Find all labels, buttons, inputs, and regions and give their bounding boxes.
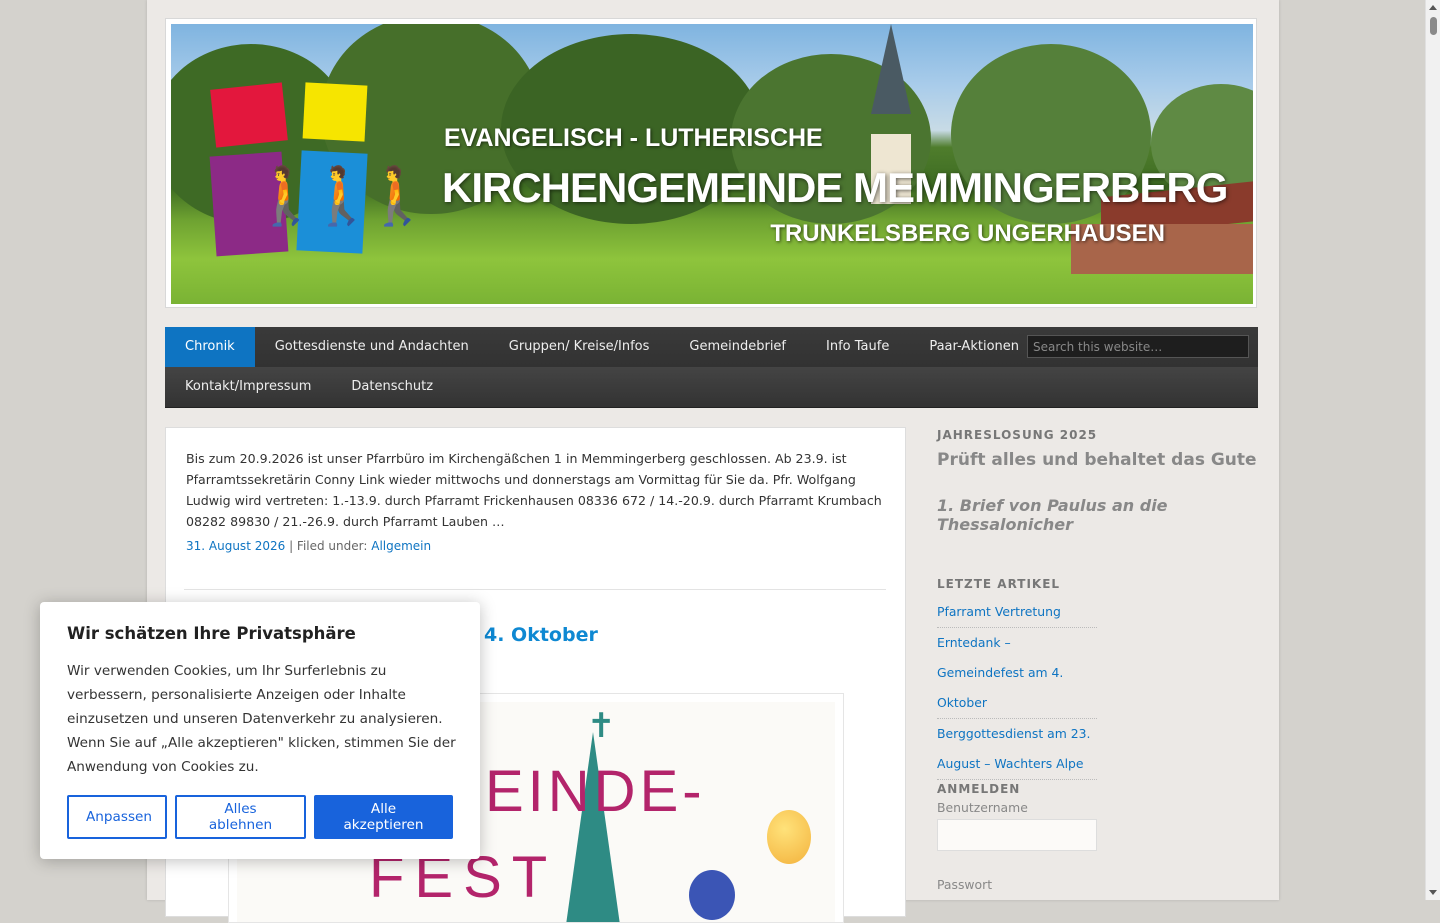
nav-item-paar-aktionen[interactable]: Paar-Aktionen bbox=[909, 327, 1039, 367]
banner-line-3: TRUNKELSBERG UNGERHAUSEN bbox=[770, 220, 1165, 247]
church-spire bbox=[871, 24, 911, 114]
username-field[interactable] bbox=[937, 819, 1097, 851]
scroll-up-icon[interactable] bbox=[1429, 5, 1437, 10]
search-input[interactable] bbox=[1027, 335, 1249, 358]
login-widget: ANMELDEN Benutzername Passwort bbox=[937, 782, 1097, 892]
nav-item-datenschutz[interactable]: Datenschutz bbox=[331, 367, 453, 407]
scroll-thumb[interactable] bbox=[1430, 17, 1437, 35]
slogan-reference: 1. Brief von Paulus an die Thessaloniche… bbox=[937, 496, 1168, 534]
recent-article-link[interactable]: Berggottesdienst am 23. August – Wachter… bbox=[937, 719, 1097, 780]
login-title: ANMELDEN bbox=[937, 782, 1021, 796]
slogan-widget-title: JAHRESLOSUNG 2025 bbox=[937, 428, 1098, 442]
cross-icon: ✝ bbox=[587, 706, 616, 746]
accept-all-button[interactable]: Alle akzeptieren bbox=[314, 795, 453, 839]
cookie-buttons: Anpassen Alles ablehnen Alle akzeptieren bbox=[67, 795, 453, 839]
main-navigation: Chronik Gottesdienste und Andachten Grup… bbox=[165, 327, 1258, 408]
flyer-text-1: EINDE- bbox=[485, 759, 706, 824]
post-excerpt: Bis zum 20.9.2026 ist unser Pfarrbüro im… bbox=[186, 451, 882, 529]
banner-line-2: KIRCHENGEMEINDE MEMMINGERBERG bbox=[442, 164, 1228, 211]
nav-item-info-taufe[interactable]: Info Taufe bbox=[806, 327, 909, 367]
nav-item-gottesdienste[interactable]: Gottesdienste und Andachten bbox=[255, 327, 489, 367]
cookie-title: Wir schätzen Ihre Privatsphäre bbox=[67, 624, 356, 643]
people-icon: 🚶🚶🚶 bbox=[251, 164, 432, 229]
nav-item-gruppen[interactable]: Gruppen/ Kreise/Infos bbox=[489, 327, 670, 367]
cookie-consent-dialog: Wir schätzen Ihre Privatsphäre Wir verwe… bbox=[40, 602, 480, 859]
recent-articles-list: Pfarramt Vertretung Erntedank – Gemeinde… bbox=[937, 597, 1097, 780]
nav-row-2: Kontakt/Impressum Datenschutz bbox=[165, 367, 1258, 407]
header-banner[interactable]: 🚶🚶🚶 EVANGELISCH - LUTHERISCHE KIRCHENGEM… bbox=[171, 24, 1253, 304]
post-title-link[interactable]: 4. Oktober bbox=[484, 624, 598, 646]
scroll-down-icon[interactable] bbox=[1429, 890, 1437, 895]
slogan-text: Prüft alles und behaltet das Gute bbox=[937, 450, 1257, 470]
customize-button[interactable]: Anpassen bbox=[67, 795, 167, 839]
nav-item-kontakt[interactable]: Kontakt/Impressum bbox=[165, 367, 331, 407]
nav-item-chronik[interactable]: Chronik bbox=[165, 327, 255, 367]
recent-article-link[interactable]: Pfarramt Vertretung bbox=[937, 597, 1097, 628]
cookie-text: Wir verwenden Cookies, um Ihr Surferlebn… bbox=[67, 663, 456, 775]
nav-item-gemeindebrief[interactable]: Gemeindebrief bbox=[669, 327, 806, 367]
sidebar: JAHRESLOSUNG 2025 Prüft alles und behalt… bbox=[937, 428, 1267, 892]
post-divider bbox=[184, 589, 886, 590]
meta-separator: | Filed under: bbox=[285, 539, 372, 553]
recent-articles-widget: LETZTE ARTIKEL Pfarramt Vertretung Ernte… bbox=[937, 577, 1097, 780]
logo-yellow-square bbox=[302, 82, 368, 142]
page-scrollbar[interactable] bbox=[1425, 0, 1440, 900]
banner-line-1: EVANGELISCH - LUTHERISCHE bbox=[444, 124, 823, 152]
balloon-yellow bbox=[767, 810, 811, 864]
post-date-link[interactable]: 31. August 2026 bbox=[186, 539, 285, 553]
username-label: Benutzername bbox=[937, 800, 1028, 815]
post-category-link[interactable]: Allgemein bbox=[371, 539, 431, 553]
post-meta: 31. August 2026 | Filed under: Allgemein bbox=[186, 539, 431, 553]
balloon-blue bbox=[689, 870, 735, 920]
nav-row-1: Chronik Gottesdienste und Andachten Grup… bbox=[165, 327, 1039, 367]
site-header: 🚶🚶🚶 EVANGELISCH - LUTHERISCHE KIRCHENGEM… bbox=[165, 18, 1257, 308]
password-label: Passwort bbox=[937, 877, 993, 892]
reject-all-button[interactable]: Alles ablehnen bbox=[175, 795, 306, 839]
recent-article-link[interactable]: Erntedank – Gemeindefest am 4. Oktober bbox=[937, 628, 1097, 719]
logo-red-square bbox=[210, 82, 288, 148]
recent-articles-title: LETZTE ARTIKEL bbox=[937, 577, 1061, 591]
